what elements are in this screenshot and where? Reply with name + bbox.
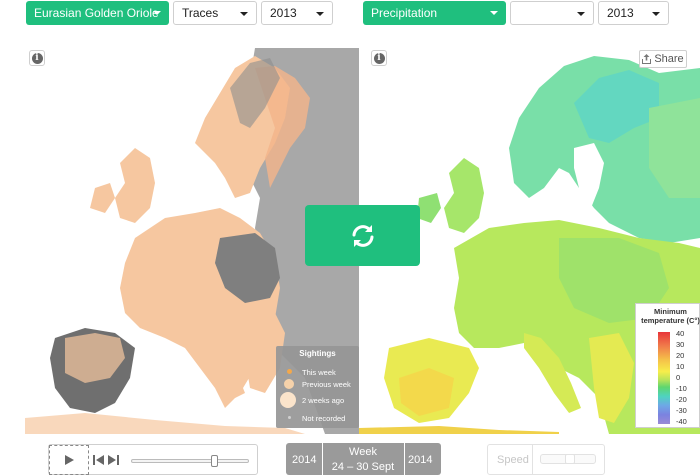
temperature-tick: -20 bbox=[676, 395, 687, 404]
playback-controls bbox=[48, 444, 258, 475]
sightings-legend: Sightings This week Previous week 2 week… bbox=[276, 346, 359, 428]
refresh-button[interactable] bbox=[305, 205, 420, 266]
step-forward-icon bbox=[108, 455, 119, 465]
species-dropdown-label: Eurasian Golden Oriole bbox=[34, 6, 159, 20]
speed-divider bbox=[532, 445, 533, 474]
temperature-tick: 30 bbox=[676, 340, 685, 349]
play-button[interactable] bbox=[49, 445, 89, 475]
layer-dropdown-label: Precipitation bbox=[371, 6, 438, 20]
chevron-down-icon bbox=[153, 11, 161, 15]
temperature-tick: 20 bbox=[676, 351, 685, 360]
info-icon: i bbox=[31, 52, 43, 64]
chevron-down-icon bbox=[652, 12, 660, 16]
legend-label: Not recorded bbox=[302, 414, 346, 423]
share-icon bbox=[642, 54, 652, 64]
temperature-legend-title: Minimum temperature (C°) bbox=[638, 307, 700, 325]
step-back-icon bbox=[93, 455, 104, 465]
sightings-legend-title: Sightings bbox=[299, 349, 336, 358]
next-year-button[interactable]: 2014 bbox=[408, 454, 432, 466]
temperature-tick: 0 bbox=[676, 373, 681, 382]
week-range: 24 – 30 Sept bbox=[331, 461, 395, 473]
legend-dot bbox=[280, 392, 296, 408]
chevron-down-icon bbox=[577, 12, 585, 16]
right-year-dropdown[interactable]: 2013 bbox=[598, 1, 669, 25]
left-year-dropdown[interactable]: 2013 bbox=[261, 1, 333, 25]
left-year-label: 2013 bbox=[270, 6, 297, 20]
refresh-icon bbox=[352, 224, 373, 247]
right-year-label: 2013 bbox=[607, 6, 634, 20]
step-forward-button[interactable] bbox=[107, 453, 121, 467]
species-dropdown[interactable]: Eurasian Golden Oriole bbox=[26, 1, 169, 25]
temperature-tick: -40 bbox=[676, 417, 687, 426]
legend-item-two-weeks-ago: 2 weeks ago bbox=[276, 392, 359, 408]
legend-label: This week bbox=[302, 368, 336, 377]
temperature-legend: Minimum temperature (C°) 40 30 20 10 0 -… bbox=[635, 303, 700, 428]
layer-dropdown[interactable]: Precipitation bbox=[363, 1, 506, 25]
temperature-tick: -30 bbox=[676, 406, 687, 415]
play-icon bbox=[64, 455, 74, 465]
temperature-tick: 10 bbox=[676, 362, 685, 371]
temperature-tick: 40 bbox=[676, 329, 685, 338]
speed-control: Speed bbox=[487, 444, 605, 475]
legend-dot bbox=[288, 416, 291, 419]
legend-item-previous-week: Previous week bbox=[276, 378, 359, 392]
temperature-color-bar bbox=[658, 332, 670, 424]
previous-year-button[interactable]: 2014 bbox=[292, 454, 316, 466]
display-mode-label: Traces bbox=[182, 6, 219, 20]
share-label: Share bbox=[654, 53, 684, 65]
time-slider-track bbox=[131, 459, 249, 463]
speed-slider[interactable] bbox=[540, 454, 596, 464]
temperature-tick: -10 bbox=[676, 384, 687, 393]
legend-label: 2 weeks ago bbox=[302, 396, 345, 405]
chevron-down-icon bbox=[240, 12, 248, 16]
temperature-legend-title-line1: Minimum bbox=[654, 307, 687, 316]
legend-dot bbox=[284, 379, 294, 389]
week-label: Week bbox=[349, 446, 377, 458]
right-info-button[interactable]: i bbox=[371, 50, 387, 66]
time-slider[interactable] bbox=[131, 455, 249, 467]
speed-label: Speed bbox=[497, 454, 529, 466]
divider bbox=[404, 443, 405, 475]
left-info-button[interactable]: i bbox=[29, 50, 45, 66]
chevron-down-icon bbox=[490, 11, 498, 15]
time-slider-handle[interactable] bbox=[211, 455, 218, 467]
week-navigator: 2014 Week 24 – 30 Sept 2014 bbox=[286, 443, 441, 475]
legend-label: Previous week bbox=[302, 380, 351, 389]
layer-sub-dropdown[interactable] bbox=[510, 1, 594, 25]
display-mode-dropdown[interactable]: Traces bbox=[173, 1, 257, 25]
step-back-button[interactable] bbox=[93, 453, 107, 467]
legend-dot bbox=[287, 369, 292, 374]
info-icon: i bbox=[373, 52, 385, 64]
speed-slider-handle[interactable] bbox=[565, 454, 575, 464]
chevron-down-icon bbox=[316, 12, 324, 16]
share-button[interactable]: Share bbox=[639, 50, 687, 68]
temperature-legend-title-line2: temperature (C°) bbox=[641, 316, 700, 325]
app-root: Eurasian Golden Oriole Traces 2013 Preci… bbox=[0, 0, 700, 475]
legend-item-not-recorded: Not recorded bbox=[276, 412, 359, 426]
